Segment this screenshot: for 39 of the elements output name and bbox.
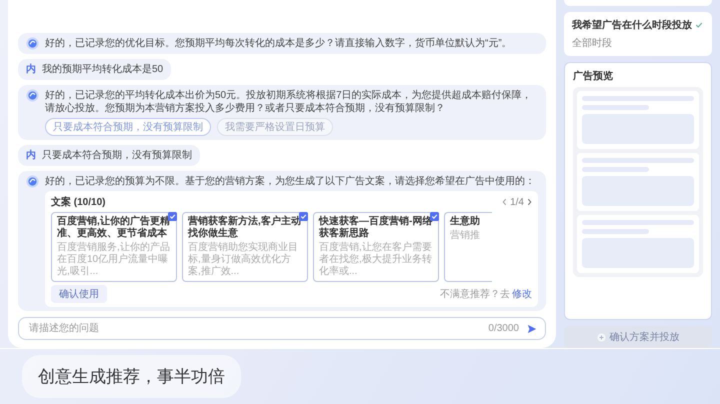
message-text: 好的，已记录您的预算为不限。基于您的营销方案，为您生成了以下广告文案，请选择您希望在广告中使用的：: [45, 175, 536, 188]
next-page-icon[interactable]: [527, 198, 532, 206]
feature-banner: 创意生成推荐，事半功倍: [22, 355, 241, 398]
message-text: 我的预期平均转化成本是50: [42, 63, 164, 76]
page-indicator: 1/4: [510, 196, 524, 208]
copy-panel-title: 文案 (10/10): [51, 195, 106, 209]
edit-link[interactable]: 修改: [512, 287, 532, 301]
copy-card-description: 百度营销服务,让你的产品在百度10亿用户流量中曝光,吸引...: [57, 242, 171, 278]
checkbox-checked-icon[interactable]: [168, 212, 177, 221]
hint-text: 不满意推荐？去: [440, 288, 510, 301]
message-text: 只要成本符合预期，没有预算限制: [42, 149, 192, 162]
previous-page-icon[interactable]: [502, 198, 508, 206]
copy-card[interactable]: 生意助 营销推: [444, 212, 492, 282]
checkbox-checked-icon[interactable]: [299, 212, 308, 221]
plus-icon: [596, 332, 606, 342]
message-text: 好的，已记录您的优化目标。您预期平均每次转化的成本是多少？请直接输入数字，货币单位默认为“元”。: [45, 37, 513, 50]
user-avatar: 内: [26, 63, 36, 76]
message-text: 好的，已记录您的平均转化成本出价为50元。投放初期系统将根据7日的实际成本，为您提供超成本赔付保障，请放心投放。您预期为本营销方案投入多少费用？或者只要成本符合预期，没有预算限制？: [45, 89, 533, 115]
copy-card-title: 生意助: [450, 216, 481, 228]
assistant-avatar-icon: [26, 37, 39, 50]
schedule-answer: 全部时段: [572, 36, 613, 50]
copy-card[interactable]: 快速获客—百度营销-网络获客新思路 百度营销,让您在客户需要者在找您,极大提升业务转化率或...: [313, 212, 439, 282]
question-input-field[interactable]: 请描述您的问题: [27, 322, 480, 335]
copy-card-description: 百度营销,让您在客户需要者在找您,极大提升业务转化率或...: [319, 242, 433, 278]
ad-preview-title: 广告预览: [573, 69, 614, 83]
schedule-question: 我希望广告在什么时段投放: [572, 18, 692, 32]
question-input-box[interactable]: 请描述您的问题 0/3000: [18, 317, 546, 340]
checkmark-icon: [695, 21, 703, 29]
copy-card-description: 营销推: [450, 230, 481, 242]
reply-option[interactable]: 我需要严格设置日预算: [217, 118, 333, 136]
character-counter: 0/3000: [488, 323, 519, 334]
reply-option[interactable]: 只要成本符合预期，没有预算限制: [45, 118, 211, 136]
assistant-avatar-icon: [26, 89, 39, 102]
copy-card-title: 快速获客—百度营销-网络获客新思路: [319, 216, 433, 240]
assistant-avatar-icon: [26, 175, 39, 188]
user-avatar: 内: [26, 149, 36, 162]
confirm-use-button[interactable]: 确认使用: [51, 285, 107, 303]
copy-card-description: 百度营销助您实现商业目标,量身订做高效优化方案,推广效...: [188, 242, 299, 278]
send-icon[interactable]: [527, 324, 537, 334]
